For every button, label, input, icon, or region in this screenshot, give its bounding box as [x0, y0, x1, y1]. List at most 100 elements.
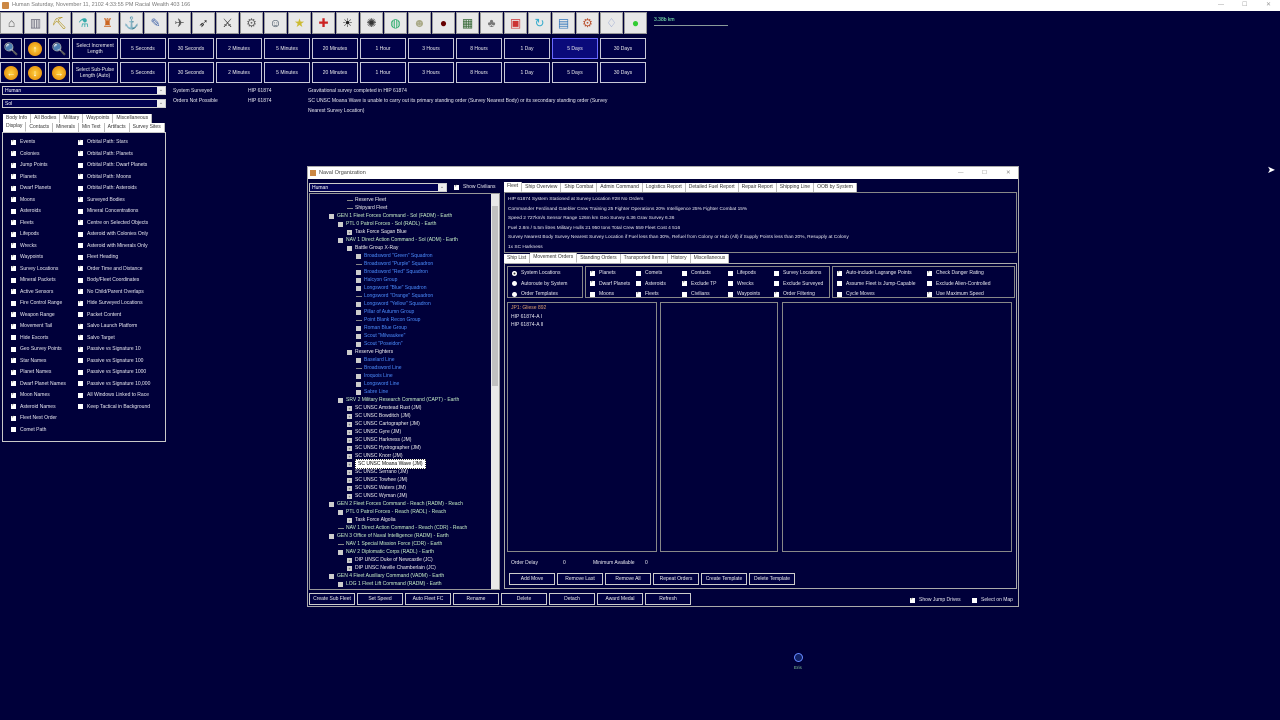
display-option-checkbox[interactable]: Order Time and Distance: [78, 264, 143, 272]
expand-icon[interactable]: +: [347, 413, 352, 419]
display-option-checkbox[interactable]: Movement Tail: [11, 322, 52, 329]
tree-node[interactable]: Sabre Line: [356, 388, 388, 396]
increment-button[interactable]: 1 Hour: [360, 38, 406, 59]
display-option-checkbox[interactable]: Dwarf Planets: [11, 184, 51, 191]
refresh-button[interactable]: Refresh: [645, 593, 691, 605]
tree-node[interactable]: + SC UNSC Amstead Rust (JM): [347, 404, 421, 412]
display-option-checkbox[interactable]: Fleets: [11, 218, 34, 226]
location-item[interactable]: HIP 61874-A II: [511, 322, 543, 328]
tree-node[interactable]: + Task Force Algolia: [347, 516, 396, 524]
collapse-icon[interactable]: [356, 389, 361, 395]
tree-node[interactable]: NAV 1 Special Mission Force (CDR) - Eart…: [338, 540, 442, 548]
collapse-icon[interactable]: [338, 221, 343, 227]
expand-icon[interactable]: +: [347, 557, 352, 563]
expand-icon[interactable]: +: [347, 229, 352, 235]
event-text-continued[interactable]: Nearest Survey Location): [308, 108, 364, 114]
display-option-checkbox[interactable]: Comet Path: [11, 427, 46, 433]
expand-icon[interactable]: +: [347, 421, 352, 427]
tree-node[interactable]: Point Blank Recon Group: [356, 316, 420, 324]
collapse-icon[interactable]: [356, 277, 361, 283]
zoom-out-button[interactable]: 🔍: [48, 38, 70, 59]
display-option-checkbox[interactable]: Asteroids: [11, 208, 41, 214]
collapse-icon[interactable]: [329, 501, 334, 507]
location-filter-checkbox[interactable]: Survey Locations: [774, 270, 821, 276]
tree-node[interactable]: SRV 2 Military Research Command (CAPT) -…: [338, 396, 459, 404]
pan-down-button[interactable]: ↓: [24, 62, 46, 83]
expand-icon[interactable]: +: [347, 453, 352, 459]
collapse-icon[interactable]: [356, 357, 361, 363]
shipyard-button[interactable]: ⚓: [120, 12, 143, 34]
subpulse-button[interactable]: 20 Minutes: [312, 62, 358, 83]
order-delay-value[interactable]: 0: [563, 560, 566, 566]
display-option-checkbox[interactable]: Hide Surveyed Locations: [78, 299, 143, 306]
display-option-checkbox[interactable]: Mineral Packets: [11, 277, 56, 283]
increment-button[interactable]: 2 Minutes: [216, 38, 262, 59]
tree-node[interactable]: Broadsword "Red" Squadron: [356, 268, 428, 276]
tab-ship-combat[interactable]: Ship Combat: [561, 183, 598, 192]
wealth-button[interactable]: ♜: [96, 12, 119, 34]
detach-button[interactable]: Detach: [549, 593, 595, 605]
delete-template-button[interactable]: Delete Template: [749, 573, 795, 585]
increment-button[interactable]: 1 Day: [504, 38, 550, 59]
galaxy-button[interactable]: ✺: [360, 12, 383, 34]
location-filter-checkbox[interactable]: Wrecks: [728, 281, 754, 287]
collapse-icon[interactable]: [329, 533, 334, 539]
movement-option-checkbox[interactable]: Assume Fleet is Jump-Capable: [837, 281, 915, 287]
subtab-miscellaneous[interactable]: Miscellaneous: [690, 254, 730, 263]
tree-node[interactable]: Longsword "Blue" Squadron: [356, 284, 426, 292]
movement-option-checkbox[interactable]: Cycle Moves: [837, 291, 875, 297]
tree-node[interactable]: PTL 0 Patrol Forces - Reach (RADL) - Rea…: [338, 508, 446, 516]
movement-option-checkbox[interactable]: Use Maximum Speed: [927, 290, 984, 297]
collapse-icon[interactable]: [329, 213, 334, 219]
ground-forces-button[interactable]: ⚔: [216, 12, 239, 34]
expand-icon[interactable]: +: [347, 469, 352, 475]
tree-node[interactable]: GEN 3 Office of Naval Intelligence (RADM…: [329, 532, 449, 540]
subpulse-button[interactable]: 30 Seconds: [168, 62, 214, 83]
tree-node[interactable]: Reserve Fighters: [347, 348, 393, 356]
tree-node[interactable]: + DIP UNSC Duke of Newcastle (JC): [347, 556, 433, 564]
expand-icon[interactable]: +: [347, 517, 352, 523]
close-button[interactable]: ✕: [1006, 167, 1011, 179]
commander-button[interactable]: ☺: [264, 12, 287, 34]
collapse-icon[interactable]: [356, 309, 361, 315]
display-option-checkbox[interactable]: Mineral Concentrations: [78, 208, 138, 214]
increment-button[interactable]: 8 Hours: [456, 38, 502, 59]
rename-button[interactable]: Rename: [453, 593, 499, 605]
tree-node[interactable]: Pillar of Autumn Group: [356, 308, 414, 316]
tab-repair-report[interactable]: Repair Report: [738, 183, 777, 192]
display-option-checkbox[interactable]: Passive vs Signature 1000: [78, 369, 146, 375]
system-select[interactable]: Sol ⌄: [2, 99, 166, 108]
display-option-checkbox[interactable]: Dwarf Planet Names: [11, 379, 66, 387]
location-filter-checkbox[interactable]: Contacts: [682, 270, 711, 276]
increment-button[interactable]: 30 Days: [600, 38, 646, 59]
green-orb-button[interactable]: ●: [624, 12, 647, 34]
tab-display[interactable]: Display: [3, 122, 27, 132]
location-filter-checkbox[interactable]: Order Filtering: [774, 290, 815, 297]
order-source-radio[interactable]: Autoroute by System: [512, 281, 567, 287]
maximize-button[interactable]: ☐: [982, 167, 987, 179]
create-template-button[interactable]: Create Template: [701, 573, 747, 585]
location-filter-checkbox[interactable]: Civilians: [682, 291, 710, 297]
increment-button[interactable]: 20 Minutes: [312, 38, 358, 59]
location-filter-checkbox[interactable]: Fleets: [636, 290, 659, 297]
subpulse-button[interactable]: 1 Hour: [360, 62, 406, 83]
collapse-icon[interactable]: [356, 373, 361, 379]
remove-last-button[interactable]: Remove Last: [557, 573, 603, 585]
tree-node[interactable]: Scout "Milwaukee": [356, 332, 405, 340]
display-option-checkbox[interactable]: Hide Escorts: [11, 335, 48, 341]
tree-node[interactable]: NAV 1 Direct Action Command - Reach (CDR…: [338, 524, 467, 532]
event-text[interactable]: Gravitational survey completed in HIP 61…: [308, 88, 407, 94]
collapse-icon[interactable]: [329, 573, 334, 579]
location-filter-checkbox[interactable]: Planets: [590, 269, 616, 276]
display-option-checkbox[interactable]: Waypoints: [11, 253, 43, 260]
location-details-list[interactable]: [660, 302, 778, 552]
medal-button[interactable]: ★: [288, 12, 311, 34]
display-option-checkbox[interactable]: Surveyed Bodies: [78, 195, 125, 203]
display-option-checkbox[interactable]: Asteroid with Colonies Only: [78, 231, 148, 237]
expand-icon[interactable]: +: [347, 429, 352, 435]
display-option-checkbox[interactable]: Salvo Launch Platform: [78, 322, 137, 329]
increment-button[interactable]: 30 Seconds: [168, 38, 214, 59]
tab-all-bodies[interactable]: All Bodies: [31, 114, 61, 123]
display-option-checkbox[interactable]: Orbital Path: Planets: [78, 149, 133, 157]
display-option-checkbox[interactable]: Jump Points: [11, 161, 48, 168]
